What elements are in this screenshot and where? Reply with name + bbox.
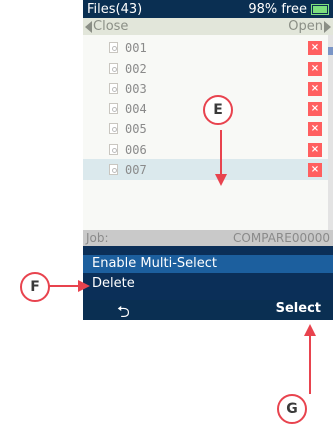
callout-arrows bbox=[49, 130, 316, 394]
callout-g: G bbox=[277, 394, 307, 424]
callout-f: F bbox=[20, 272, 50, 302]
callout-e: E bbox=[203, 95, 233, 125]
